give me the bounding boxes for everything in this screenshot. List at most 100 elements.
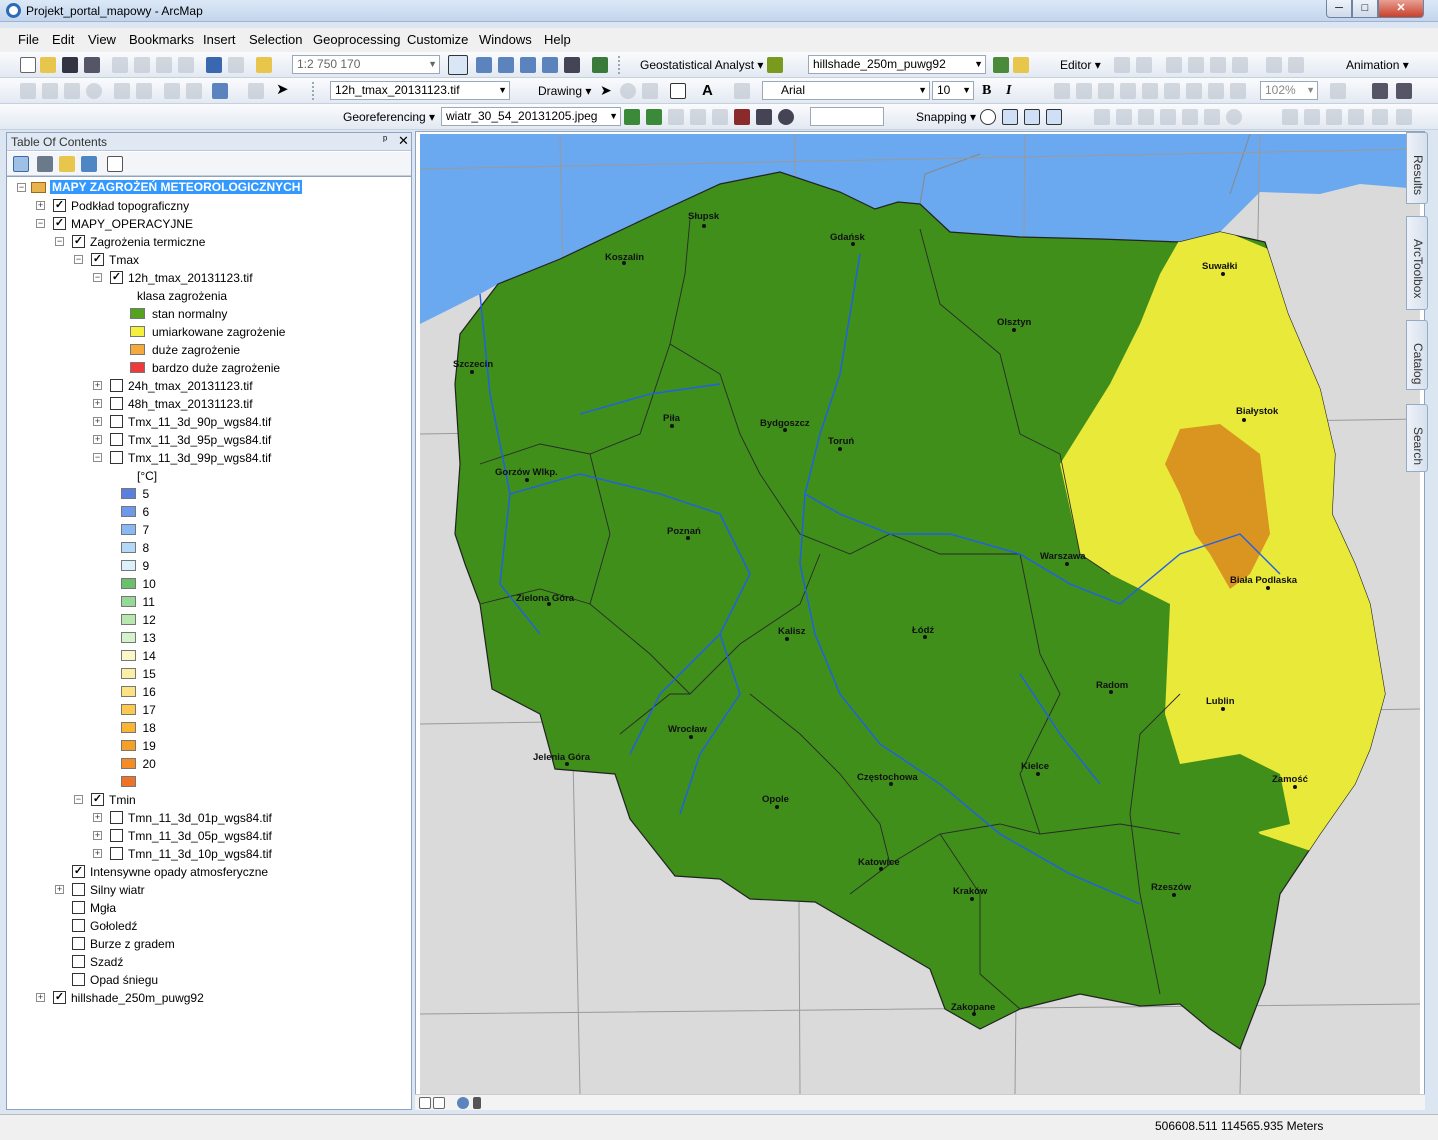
histogram-icon[interactable] [1013,57,1029,73]
georeferencing-menu[interactable]: Georeferencing ▾ [343,108,435,126]
end-point-arc-icon[interactable] [1188,57,1204,73]
collapse-toggle[interactable]: − [93,453,102,462]
edit-tool-icon[interactable] [1114,57,1130,73]
map-canvas[interactable]: Słupsk Gdańsk Koszalin Suwałki Olsztyn S… [420,134,1420,1094]
straight-segment-icon[interactable] [1166,57,1182,73]
list-by-selection-icon[interactable] [81,156,97,172]
layer-row[interactable]: − ✓ Tmax [7,251,411,269]
topology-icon-3[interactable] [1138,109,1154,125]
collapse-toggle[interactable]: − [55,237,64,246]
topology-icon-1[interactable] [1094,109,1110,125]
edit-vertices-icon[interactable] [1266,57,1282,73]
toggle-draft-mode-icon[interactable] [1330,83,1346,99]
layer-row[interactable]: + Tmn_11_3d_05p_wgs84.tif [7,827,411,845]
visibility-checkbox[interactable] [72,973,85,986]
clear-selection-icon[interactable] [248,83,264,99]
data-view-icon[interactable] [433,1097,445,1109]
layer-row[interactable]: − ✓ Zagrożenia termiczne [7,233,411,251]
menu-edit[interactable]: Edit [48,32,78,47]
dock-tab-catalog[interactable]: Catalog [1406,320,1428,390]
point-snapping-icon[interactable] [980,109,996,125]
visibility-checkbox[interactable]: ✓ [110,271,123,284]
layer-row[interactable]: − MAPY ZAGROŻEŃ METEOROLOGICZNYCH [7,179,411,197]
add-data-icon[interactable] [256,57,272,73]
zoom-out-icon[interactable] [42,83,58,99]
topology-icon-11[interactable] [1348,109,1364,125]
delete-icon[interactable] [178,57,194,73]
layer-row[interactable]: + Silny wiatr [7,881,411,899]
animation-menu[interactable]: Animation ▾ [1346,56,1409,74]
rectangle-icon[interactable] [670,83,686,99]
search-window-icon[interactable] [520,57,536,73]
select-element-icon[interactable]: ➤ [600,83,616,99]
options-icon[interactable] [107,156,123,172]
refresh-icon[interactable] [457,1097,469,1109]
layer-row[interactable]: +24h_tmax_20131123.tif [7,377,411,395]
layout-back-icon[interactable] [1208,83,1224,99]
editor-menu[interactable]: Editor ▾ [1060,56,1101,74]
layout-zoom-combo[interactable]: 102% ▼ [1260,81,1318,100]
visibility-checkbox[interactable]: ✓ [53,199,66,212]
collapse-toggle[interactable]: − [93,273,102,282]
menu-customize[interactable]: Customize [403,32,472,47]
expand-toggle[interactable]: + [93,831,102,840]
vertex-snapping-icon[interactable] [1024,109,1040,125]
undo-icon[interactable] [206,57,222,73]
topology-icon-10[interactable] [1326,109,1342,125]
visibility-checkbox[interactable] [110,415,123,428]
layer-row[interactable]: klasa zagrożenia [7,287,411,305]
table-of-contents-icon[interactable] [476,57,492,73]
shift-tool-icon[interactable] [690,109,706,125]
contour-icon[interactable] [993,57,1009,73]
topology-icon-6[interactable] [1204,109,1220,125]
layout-zoom-out-icon[interactable] [1076,83,1092,99]
layout-view-icon[interactable] [419,1097,431,1109]
add-control-points-icon[interactable] [624,109,640,125]
visibility-checkbox[interactable] [72,955,85,968]
pause-drawing-icon[interactable] [473,1097,481,1109]
pan-icon[interactable] [64,83,80,99]
layer-row[interactable]: − ✓ Tmin [7,791,411,809]
visibility-checkbox[interactable] [110,433,123,446]
font-size-combo[interactable]: 10 ▼ [932,81,974,100]
viewer-icon[interactable] [734,109,750,125]
expand-toggle[interactable]: + [36,993,45,1002]
layer-row[interactable]: + Tmx_11_3d_90p_wgs84.tif [7,413,411,431]
collapse-toggle[interactable]: − [36,219,45,228]
collapse-toggle[interactable]: − [17,183,26,192]
back-icon[interactable] [164,83,180,99]
layer-row[interactable]: + Tmn_11_3d_10p_wgs84.tif [7,845,411,863]
maximize-button[interactable]: □ [1352,0,1378,18]
visibility-checkbox[interactable] [110,811,123,824]
toc-close-button[interactable]: ✕ [398,133,409,149]
layer-row[interactable]: Szadź [7,953,411,971]
visibility-checkbox[interactable] [72,937,85,950]
visibility-checkbox[interactable]: ✓ [91,253,104,266]
drawing-menu[interactable]: Drawing ▾ [538,82,591,100]
layer-row[interactable]: + Tmn_11_3d_01p_wgs84.tif [7,809,411,827]
select-elements-icon[interactable]: ➤ [276,82,292,99]
menu-selection[interactable]: Selection [245,32,306,47]
visibility-checkbox[interactable]: ✓ [91,793,104,806]
menu-geoprocessing[interactable]: Geoprocessing [309,32,404,47]
layer-row[interactable]: + Tmx_11_3d_95p_wgs84.tif [7,431,411,449]
focus-data-frame-icon[interactable] [1372,83,1388,99]
rotate-georef-icon[interactable] [778,109,794,125]
topology-icon-4[interactable] [1160,109,1176,125]
topology-icon-5[interactable] [1182,109,1198,125]
visibility-checkbox[interactable] [110,847,123,860]
map-scale-combo[interactable]: 1:2 750 170 ▼ [292,55,440,74]
model-builder-icon[interactable] [592,57,608,73]
catalog-window-icon[interactable] [498,57,514,73]
dock-tab-results[interactable]: Results [1406,132,1428,204]
link-table-icon[interactable] [756,109,772,125]
topology-icon-7[interactable] [1226,109,1242,125]
visibility-checkbox[interactable] [110,397,123,410]
close-button[interactable]: ✕ [1378,0,1424,18]
expand-toggle[interactable]: + [36,201,45,210]
rotate-tool-icon[interactable] [668,109,684,125]
select-features-icon[interactable] [212,83,228,99]
expand-toggle[interactable]: + [93,849,102,858]
layer-row[interactable]: + ✓ Podkład topograficzny [7,197,411,215]
layer-row[interactable]: + ✓ hillshade_250m_puwg92 [7,989,411,1007]
